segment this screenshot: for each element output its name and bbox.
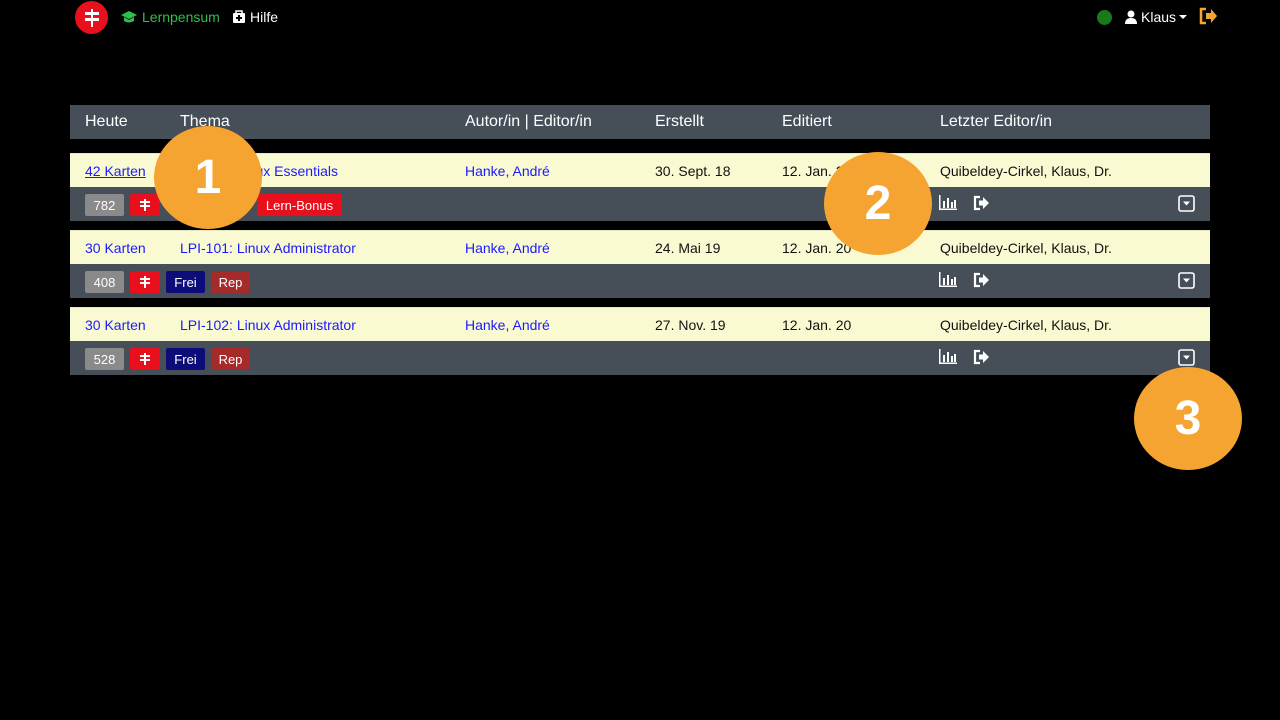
table-row: 30 Karten LPI-102: Linux Administrator H… [70, 307, 1210, 341]
open-button[interactable] [972, 272, 990, 293]
rep-badge[interactable]: Rep [211, 348, 250, 370]
frei-badge[interactable]: Frei [166, 271, 205, 293]
caret-square-down-icon [1178, 272, 1195, 289]
header-autor[interactable]: Autor/in | Editor/in [465, 113, 592, 131]
bar-chart-icon [939, 349, 957, 364]
created-date: 27. Nov. 19 [655, 317, 726, 333]
last-editor: Quibeldey-Cirkel, Klaus, Dr. [940, 240, 1112, 256]
signpost-icon [140, 276, 150, 288]
callout-marker: 3 [1134, 367, 1242, 470]
sign-in-icon [973, 195, 989, 211]
expand-button[interactable] [1178, 195, 1195, 217]
caret-square-down-icon [1178, 349, 1195, 366]
table-row: 30 Karten LPI-101: Linux Administrator H… [70, 230, 1210, 264]
edited-date: 12. Jan. 20 [782, 240, 852, 256]
nav-lernpensum[interactable]: Lernpensum [120, 9, 220, 25]
today-cards-link[interactable]: 30 Karten [85, 240, 146, 256]
today-cards-link[interactable]: 30 Karten [85, 317, 146, 333]
today-cards-link[interactable]: 42 Karten [85, 163, 146, 179]
caret-square-down-icon [1178, 195, 1195, 212]
header-erstellt[interactable]: Erstellt [655, 113, 704, 131]
chevron-down-icon [1179, 15, 1188, 19]
signpost-icon [140, 199, 150, 211]
rep-badge[interactable]: Rep [211, 271, 250, 293]
graduation-cap-icon [121, 11, 137, 23]
nav-lernpensum-label: Lernpensum [142, 9, 220, 25]
stats-button[interactable] [939, 195, 957, 215]
sign-in-icon [973, 349, 989, 365]
logo[interactable] [75, 1, 108, 34]
navbar: Lernpensum Hilfe Klaus [0, 0, 1280, 36]
online-status-indicator [1097, 10, 1112, 25]
callout-marker: 2 [824, 152, 932, 255]
created-date: 30. Sept. 18 [655, 163, 731, 179]
author-link[interactable]: Hanke, André [465, 240, 550, 256]
logout-button[interactable] [1199, 7, 1218, 30]
author-link[interactable]: Hanke, André [465, 163, 550, 179]
table-row-actions: 528 Frei Rep [70, 341, 1210, 375]
open-button[interactable] [972, 349, 990, 370]
user-menu[interactable]: Klaus [1124, 9, 1188, 25]
nav-hilfe-label: Hilfe [250, 9, 279, 25]
open-button[interactable] [972, 195, 990, 216]
author-link[interactable]: Hanke, André [465, 317, 550, 333]
signpost-button[interactable] [130, 271, 160, 293]
header-editiert[interactable]: Editiert [782, 113, 832, 131]
lern-bonus-badge[interactable]: Lern-Bonus [257, 194, 342, 216]
created-date: 24. Mai 19 [655, 240, 721, 256]
table-row-actions: 408 Frei Rep [70, 264, 1210, 298]
callout-marker: 1 [154, 126, 262, 229]
stats-button[interactable] [939, 272, 957, 292]
user-icon [1125, 10, 1137, 24]
card-count-badge: 528 [85, 348, 124, 370]
signpost-button[interactable] [130, 194, 160, 216]
topic-link[interactable]: LPI-101: Linux Administrator [180, 240, 356, 256]
signpost-button[interactable] [130, 348, 160, 370]
nav-hilfe[interactable]: Hilfe [232, 9, 278, 25]
header-letzter-editor[interactable]: Letzter Editor/in [940, 113, 1052, 131]
last-editor: Quibeldey-Cirkel, Klaus, Dr. [940, 163, 1112, 179]
signpost-icon [84, 8, 99, 27]
topic-link[interactable]: LPI-102: Linux Administrator [180, 317, 356, 333]
signpost-icon [140, 353, 150, 365]
sign-in-icon [973, 272, 989, 288]
medkit-icon [233, 10, 245, 23]
frei-badge[interactable]: Frei [166, 348, 205, 370]
card-count-badge: 782 [85, 194, 124, 216]
last-editor: Quibeldey-Cirkel, Klaus, Dr. [940, 317, 1112, 333]
expand-button[interactable] [1178, 272, 1195, 294]
stats-button[interactable] [939, 349, 957, 369]
bar-chart-icon [939, 272, 957, 287]
table-header: Heute Thema Autor/in | Editor/in Erstell… [70, 105, 1210, 139]
user-name: Klaus [1141, 9, 1177, 25]
header-heute[interactable]: Heute [85, 113, 128, 131]
card-count-badge: 408 [85, 271, 124, 293]
bar-chart-icon [939, 195, 957, 210]
edited-date: 12. Jan. 20 [782, 317, 852, 333]
sign-out-icon [1199, 7, 1217, 25]
